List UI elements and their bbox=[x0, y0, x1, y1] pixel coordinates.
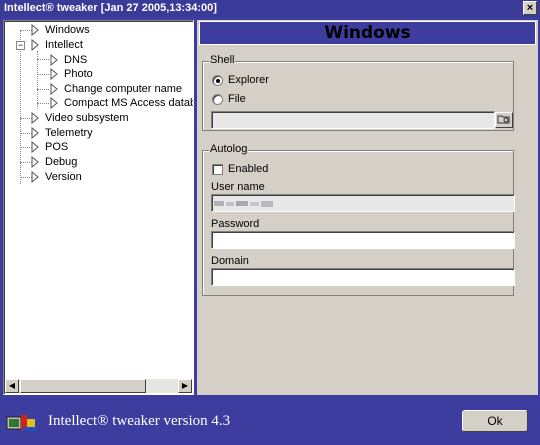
domain-label: Domain bbox=[211, 255, 249, 267]
node-triangle-icon bbox=[50, 68, 58, 80]
node-triangle-icon bbox=[50, 97, 58, 109]
autolog-enabled-checkbox[interactable] bbox=[212, 164, 223, 175]
node-triangle-icon bbox=[31, 156, 39, 168]
scroll-left-icon[interactable]: ◀ bbox=[5, 379, 19, 393]
footer-bar: Intellect® tweaker version 4.3 Ok bbox=[0, 397, 540, 445]
panel-title: Windows bbox=[199, 21, 536, 45]
window-title: Intellect® tweaker [Jan 27 2005,13:34:00… bbox=[4, 2, 217, 14]
folder-search-icon bbox=[497, 115, 510, 124]
tree-connector bbox=[37, 74, 49, 75]
node-triangle-icon bbox=[31, 141, 39, 153]
tree-item-label: Intellect bbox=[45, 39, 83, 51]
tree-connector bbox=[37, 103, 49, 104]
explorer-radio-label[interactable]: Explorer bbox=[228, 74, 269, 86]
node-triangle-icon bbox=[31, 171, 39, 183]
autolog-group-title: Autolog bbox=[209, 143, 249, 155]
autolog-groupbox: Autolog Enabled User name Password Domai… bbox=[202, 143, 515, 296]
tree-item-label: Telemetry bbox=[45, 127, 93, 139]
folder-search-icon[interactable] bbox=[495, 112, 513, 128]
ok-button[interactable]: Ok bbox=[462, 410, 528, 432]
navigation-tree-panel: − Windows Intellect DNS Photo Change com… bbox=[3, 20, 194, 395]
domain-input[interactable] bbox=[211, 268, 515, 286]
tree-item-label: Photo bbox=[64, 68, 93, 80]
user-name-label: User name bbox=[211, 181, 265, 193]
node-triangle-icon bbox=[50, 54, 58, 66]
node-triangle-icon bbox=[31, 127, 39, 139]
tree-item-label: Change computer name bbox=[64, 83, 183, 95]
blurred-text-image bbox=[214, 201, 273, 207]
tree-item-label: Windows bbox=[45, 24, 90, 36]
collapse-icon[interactable]: − bbox=[16, 41, 25, 50]
radio-selected-dot bbox=[216, 79, 220, 83]
tree-item-label: POS bbox=[45, 141, 69, 153]
shell-file-path-input[interactable] bbox=[211, 111, 495, 129]
node-triangle-icon bbox=[31, 24, 39, 36]
file-radio[interactable] bbox=[212, 94, 223, 105]
shell-groupbox: Shell Explorer File bbox=[202, 54, 514, 131]
tree-item-label: DNS bbox=[64, 54, 88, 66]
tree-connector bbox=[20, 30, 21, 184]
close-icon[interactable]: × bbox=[523, 1, 537, 15]
password-input[interactable] bbox=[211, 231, 515, 249]
version-text: Intellect® tweaker version 4.3 bbox=[48, 413, 231, 429]
title-bar: Intellect® tweaker [Jan 27 2005,13:34:00… bbox=[0, 0, 540, 17]
explorer-radio[interactable] bbox=[212, 75, 223, 86]
navigation-tree: − Windows Intellect DNS Photo Change com… bbox=[4, 23, 193, 378]
settings-panel: Windows Shell Explorer File Autolog Enab… bbox=[197, 20, 538, 395]
tree-connector bbox=[37, 59, 49, 60]
autolog-enabled-label[interactable]: Enabled bbox=[228, 163, 268, 175]
horizontal-scrollbar[interactable]: ◀ ▶ bbox=[5, 379, 192, 393]
node-triangle-icon bbox=[50, 83, 58, 95]
scroll-right-icon[interactable]: ▶ bbox=[178, 379, 192, 393]
tree-connector bbox=[37, 89, 49, 90]
tree-item-label: Compact MS Access database bbox=[64, 97, 193, 109]
app-logo-icon bbox=[6, 415, 37, 431]
scrollbar-thumb[interactable] bbox=[20, 379, 146, 393]
tree-item-label: Video subsystem bbox=[45, 112, 129, 124]
tree-item-label: Debug bbox=[45, 156, 78, 168]
file-radio-label[interactable]: File bbox=[228, 93, 246, 105]
shell-group-title: Shell bbox=[209, 54, 236, 66]
node-triangle-icon bbox=[31, 39, 39, 51]
user-name-input[interactable] bbox=[211, 194, 515, 212]
password-label: Password bbox=[211, 218, 260, 230]
node-triangle-icon bbox=[31, 112, 39, 124]
tree-item-label: Version bbox=[45, 171, 82, 183]
